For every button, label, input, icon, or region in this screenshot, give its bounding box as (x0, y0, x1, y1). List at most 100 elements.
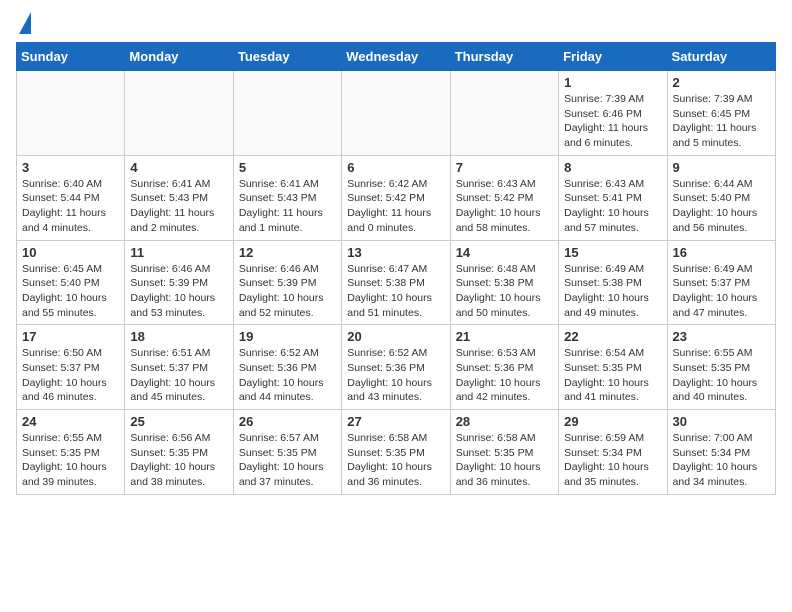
day-number: 15 (564, 245, 661, 260)
calendar-cell: 30 Sunrise: 7:00 AM Sunset: 5:34 PM Dayli… (667, 410, 775, 495)
day-info: Sunrise: 6:53 AM Sunset: 5:36 PM Dayligh… (456, 346, 553, 405)
day-number: 14 (456, 245, 553, 260)
day-number: 28 (456, 414, 553, 429)
day-number: 20 (347, 329, 444, 344)
day-info: Sunrise: 6:45 AM Sunset: 5:40 PM Dayligh… (22, 262, 119, 321)
calendar-cell: 19 Sunrise: 6:52 AM Sunset: 5:36 PM Dayli… (233, 325, 341, 410)
day-info: Sunrise: 6:49 AM Sunset: 5:37 PM Dayligh… (673, 262, 770, 321)
day-number: 16 (673, 245, 770, 260)
calendar-cell: 7 Sunrise: 6:43 AM Sunset: 5:42 PM Daylig… (450, 155, 558, 240)
calendar-header-sunday: Sunday (17, 43, 125, 71)
calendar-cell: 29 Sunrise: 6:59 AM Sunset: 5:34 PM Dayli… (559, 410, 667, 495)
day-info: Sunrise: 7:39 AM Sunset: 6:46 PM Dayligh… (564, 92, 661, 151)
day-number: 11 (130, 245, 227, 260)
calendar-cell: 14 Sunrise: 6:48 AM Sunset: 5:38 PM Dayli… (450, 240, 558, 325)
day-info: Sunrise: 6:55 AM Sunset: 5:35 PM Dayligh… (22, 431, 119, 490)
calendar-cell: 25 Sunrise: 6:56 AM Sunset: 5:35 PM Dayli… (125, 410, 233, 495)
calendar-cell: 16 Sunrise: 6:49 AM Sunset: 5:37 PM Dayli… (667, 240, 775, 325)
day-info: Sunrise: 6:49 AM Sunset: 5:38 PM Dayligh… (564, 262, 661, 321)
calendar-cell: 12 Sunrise: 6:46 AM Sunset: 5:39 PM Dayli… (233, 240, 341, 325)
day-info: Sunrise: 6:50 AM Sunset: 5:37 PM Dayligh… (22, 346, 119, 405)
calendar-week-row: 10 Sunrise: 6:45 AM Sunset: 5:40 PM Dayli… (17, 240, 776, 325)
calendar-cell (233, 71, 341, 156)
day-info: Sunrise: 6:43 AM Sunset: 5:42 PM Dayligh… (456, 177, 553, 236)
calendar-cell: 18 Sunrise: 6:51 AM Sunset: 5:37 PM Dayli… (125, 325, 233, 410)
calendar-cell: 8 Sunrise: 6:43 AM Sunset: 5:41 PM Daylig… (559, 155, 667, 240)
calendar-cell (125, 71, 233, 156)
calendar-cell: 21 Sunrise: 6:53 AM Sunset: 5:36 PM Dayli… (450, 325, 558, 410)
calendar-cell: 11 Sunrise: 6:46 AM Sunset: 5:39 PM Dayli… (125, 240, 233, 325)
day-number: 8 (564, 160, 661, 175)
day-number: 21 (456, 329, 553, 344)
day-number: 25 (130, 414, 227, 429)
day-info: Sunrise: 6:42 AM Sunset: 5:42 PM Dayligh… (347, 177, 444, 236)
day-number: 19 (239, 329, 336, 344)
calendar-header-friday: Friday (559, 43, 667, 71)
day-info: Sunrise: 6:51 AM Sunset: 5:37 PM Dayligh… (130, 346, 227, 405)
day-number: 27 (347, 414, 444, 429)
calendar-table: SundayMondayTuesdayWednesdayThursdayFrid… (16, 42, 776, 495)
calendar-cell: 5 Sunrise: 6:41 AM Sunset: 5:43 PM Daylig… (233, 155, 341, 240)
day-number: 7 (456, 160, 553, 175)
day-info: Sunrise: 6:58 AM Sunset: 5:35 PM Dayligh… (456, 431, 553, 490)
calendar-cell: 27 Sunrise: 6:58 AM Sunset: 5:35 PM Dayli… (342, 410, 450, 495)
day-number: 10 (22, 245, 119, 260)
calendar-cell (17, 71, 125, 156)
calendar-cell: 26 Sunrise: 6:57 AM Sunset: 5:35 PM Dayli… (233, 410, 341, 495)
calendar-cell (450, 71, 558, 156)
logo (16, 16, 31, 34)
day-info: Sunrise: 7:00 AM Sunset: 5:34 PM Dayligh… (673, 431, 770, 490)
calendar-cell: 1 Sunrise: 7:39 AM Sunset: 6:46 PM Daylig… (559, 71, 667, 156)
day-info: Sunrise: 6:58 AM Sunset: 5:35 PM Dayligh… (347, 431, 444, 490)
calendar-cell: 15 Sunrise: 6:49 AM Sunset: 5:38 PM Dayli… (559, 240, 667, 325)
calendar-week-row: 17 Sunrise: 6:50 AM Sunset: 5:37 PM Dayli… (17, 325, 776, 410)
day-info: Sunrise: 6:55 AM Sunset: 5:35 PM Dayligh… (673, 346, 770, 405)
calendar-cell (342, 71, 450, 156)
calendar-cell: 22Sunrise: 6:54 AM Sunset: 5:35 PM Dayli… (559, 325, 667, 410)
calendar-week-row: 1 Sunrise: 7:39 AM Sunset: 6:46 PM Daylig… (17, 71, 776, 156)
day-number: 2 (673, 75, 770, 90)
calendar-cell: 3 Sunrise: 6:40 AM Sunset: 5:44 PM Daylig… (17, 155, 125, 240)
day-info: Sunrise: 6:40 AM Sunset: 5:44 PM Dayligh… (22, 177, 119, 236)
logo-triangle-icon (19, 12, 31, 34)
day-number: 1 (564, 75, 661, 90)
day-info: Sunrise: 6:54 AM Sunset: 5:35 PM Dayligh… (564, 346, 661, 405)
day-number: 18 (130, 329, 227, 344)
day-number: 13 (347, 245, 444, 260)
day-number: 26 (239, 414, 336, 429)
calendar-header-row: SundayMondayTuesdayWednesdayThursdayFrid… (17, 43, 776, 71)
day-number: 29 (564, 414, 661, 429)
calendar-cell: 2 Sunrise: 7:39 AM Sunset: 6:45 PM Daylig… (667, 71, 775, 156)
calendar-cell: 20 Sunrise: 6:52 AM Sunset: 5:36 PM Dayli… (342, 325, 450, 410)
day-info: Sunrise: 6:43 AM Sunset: 5:41 PM Dayligh… (564, 177, 661, 236)
calendar-header-monday: Monday (125, 43, 233, 71)
day-info: Sunrise: 6:59 AM Sunset: 5:34 PM Dayligh… (564, 431, 661, 490)
day-info: Sunrise: 6:52 AM Sunset: 5:36 PM Dayligh… (347, 346, 444, 405)
day-info: Sunrise: 6:56 AM Sunset: 5:35 PM Dayligh… (130, 431, 227, 490)
day-number: 9 (673, 160, 770, 175)
calendar-cell: 10 Sunrise: 6:45 AM Sunset: 5:40 PM Dayli… (17, 240, 125, 325)
calendar-cell: 24 Sunrise: 6:55 AM Sunset: 5:35 PM Dayli… (17, 410, 125, 495)
day-number: 30 (673, 414, 770, 429)
day-info: Sunrise: 6:41 AM Sunset: 5:43 PM Dayligh… (239, 177, 336, 236)
calendar-cell: 23 Sunrise: 6:55 AM Sunset: 5:35 PM Dayli… (667, 325, 775, 410)
day-info: Sunrise: 6:46 AM Sunset: 5:39 PM Dayligh… (130, 262, 227, 321)
calendar-cell: 17 Sunrise: 6:50 AM Sunset: 5:37 PM Dayli… (17, 325, 125, 410)
day-number: 17 (22, 329, 119, 344)
day-number: 23 (673, 329, 770, 344)
day-info: Sunrise: 6:57 AM Sunset: 5:35 PM Dayligh… (239, 431, 336, 490)
calendar-cell: 13 Sunrise: 6:47 AM Sunset: 5:38 PM Dayli… (342, 240, 450, 325)
day-info: Sunrise: 6:52 AM Sunset: 5:36 PM Dayligh… (239, 346, 336, 405)
calendar-cell: 4Sunrise: 6:41 AM Sunset: 5:43 PM Daylig… (125, 155, 233, 240)
day-number: 12 (239, 245, 336, 260)
calendar-cell: 6Sunrise: 6:42 AM Sunset: 5:42 PM Daylig… (342, 155, 450, 240)
day-number: 5 (239, 160, 336, 175)
day-info: Sunrise: 6:46 AM Sunset: 5:39 PM Dayligh… (239, 262, 336, 321)
day-number: 3 (22, 160, 119, 175)
day-info: Sunrise: 6:47 AM Sunset: 5:38 PM Dayligh… (347, 262, 444, 321)
day-info: Sunrise: 6:48 AM Sunset: 5:38 PM Dayligh… (456, 262, 553, 321)
calendar-cell: 9Sunrise: 6:44 AM Sunset: 5:40 PM Daylig… (667, 155, 775, 240)
day-info: Sunrise: 7:39 AM Sunset: 6:45 PM Dayligh… (673, 92, 770, 151)
day-number: 24 (22, 414, 119, 429)
calendar-cell: 28 Sunrise: 6:58 AM Sunset: 5:35 PM Dayli… (450, 410, 558, 495)
